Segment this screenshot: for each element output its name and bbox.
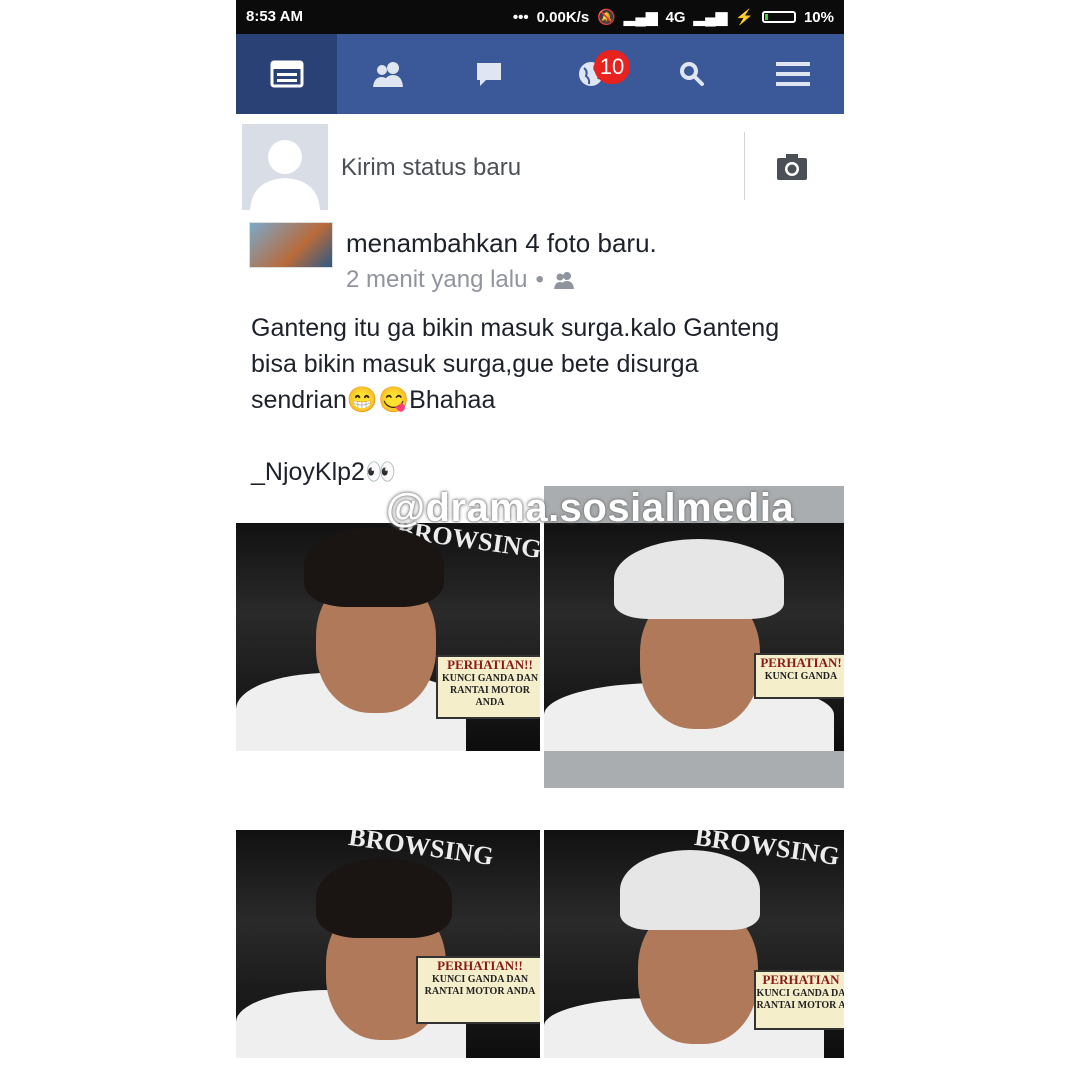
privacy-friends-icon: [553, 272, 574, 289]
menu-icon: [776, 62, 811, 86]
tab-messages[interactable]: [439, 34, 540, 114]
top-nav-bar: 10: [236, 34, 844, 114]
sign-text: KUNCI GANDA DA RANTAI MOTOR A: [756, 988, 844, 1011]
sign-title: PERHATIAN!!: [447, 657, 533, 672]
status-bar: 8:53 AM ••• 0.00K/s 🔕 ▂▄▆ 4G ▂▄▆ ⚡ 10%: [236, 0, 844, 34]
status-time: 8:53 AM: [246, 8, 303, 25]
sign-text: KUNCI GANDA: [764, 671, 838, 682]
friends-icon: [372, 62, 403, 87]
tab-more[interactable]: [743, 34, 844, 114]
battery-icon: [761, 11, 796, 23]
post-signature: _NjoyKlp2👀: [251, 458, 397, 486]
signal-icon: ▂▄▆: [623, 9, 658, 26]
charging-icon: ⚡: [735, 9, 754, 26]
search-icon: [679, 62, 704, 86]
post-text-line: bisa bikin masuk surga,gue bete disurga: [251, 350, 699, 378]
sign-title: PERHATIAN: [762, 972, 840, 987]
post-meta: 2 menit yang lalu •: [346, 266, 576, 294]
sign-text: KUNCI GANDA DAN RANTAI MOTOR ANDA: [441, 673, 539, 708]
post-author-avatar[interactable]: [249, 222, 333, 268]
status-indicators: ••• 0.00K/s 🔕 ▂▄▆ 4G ▂▄▆ ⚡ 10%: [512, 8, 834, 27]
post-text-line: Ganteng itu ga bikin masuk surga.kalo Ga…: [251, 314, 780, 342]
post-text-line: sendrian😁😋Bhahaa: [251, 386, 496, 414]
battery-level: 10%: [803, 8, 834, 26]
feed-post: menambahkan 4 foto baru. 2 menit yang la…: [236, 218, 844, 1080]
default-avatar-icon: [250, 140, 320, 210]
sign-title: PERHATIAN!: [760, 655, 842, 670]
post-photo-1[interactable]: BROWSING PERHATIAN!! KUNCI GANDA DAN RAN…: [236, 523, 540, 751]
post-photo-2[interactable]: PERHATIAN! KUNCI GANDA: [544, 523, 844, 751]
post-timestamp[interactable]: 2 menit yang lalu: [346, 266, 527, 294]
tab-search[interactable]: [641, 34, 742, 114]
more-dots-icon: •••: [512, 8, 529, 26]
tab-news-feed[interactable]: [236, 34, 338, 114]
status-input[interactable]: Kirim status baru: [341, 154, 521, 182]
post-photo-4[interactable]: BROWSING PERHATIAN KUNCI GANDA DA RANTAI…: [544, 830, 844, 1058]
watermark: @drama.sosialmedia: [386, 486, 795, 530]
signal-icon-2: ▂▄▆: [693, 9, 728, 26]
sign-text: KUNCI GANDA DAN RANTAI MOTOR ANDA: [424, 974, 536, 997]
mute-icon: 🔕: [597, 9, 616, 26]
phone-screen: 8:53 AM ••• 0.00K/s 🔕 ▂▄▆ 4G ▂▄▆ ⚡ 10% 1…: [236, 0, 844, 1080]
composer-divider: [744, 132, 745, 200]
chat-icon: [477, 63, 502, 86]
post-photo-3[interactable]: BROWSING PERHATIAN!! KUNCI GANDA DAN RAN…: [236, 830, 540, 1058]
news-feed-icon: [270, 60, 304, 88]
tab-notifications[interactable]: 10: [540, 34, 641, 114]
network-speed: 0.00K/s: [536, 8, 590, 26]
avatar[interactable]: [242, 124, 328, 210]
tab-friend-requests[interactable]: [337, 34, 438, 114]
network-type: 4G: [665, 8, 686, 26]
notification-badge: 10: [593, 50, 630, 84]
sign-title: PERHATIAN!!: [437, 958, 523, 973]
post-text: Ganteng itu ga bikin masuk surga.kalo Ga…: [251, 310, 836, 490]
status-composer: Kirim status baru: [236, 114, 844, 218]
camera-icon[interactable]: [776, 152, 808, 182]
meta-separator: •: [535, 266, 544, 293]
post-action-text: menambahkan 4 foto baru.: [346, 228, 657, 258]
